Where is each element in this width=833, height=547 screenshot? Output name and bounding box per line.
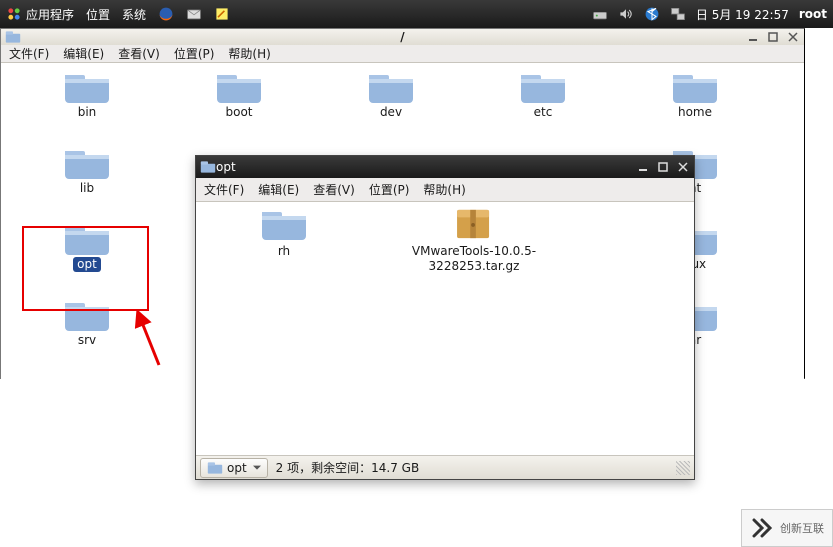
status-text: 2 项，剩余空间：14.7 GB — [276, 459, 420, 476]
opt-statusbar: opt 2 项，剩余空间：14.7 GB — [196, 455, 694, 479]
folder-icon — [5, 29, 21, 45]
folder-label: home — [678, 105, 712, 120]
menu-file[interactable]: 文件(F) — [9, 45, 49, 62]
bluetooth-icon[interactable] — [644, 6, 660, 22]
clock[interactable]: 日 5月 19 22:57 — [696, 6, 789, 23]
watermark: 创新互联 — [741, 509, 833, 547]
folder-rh[interactable]: rh — [204, 208, 364, 449]
launcher-firefox[interactable] — [158, 6, 174, 22]
resize-grip-icon[interactable] — [676, 461, 690, 475]
folder-opt[interactable]: opt — [11, 223, 163, 299]
menu-system[interactable]: 系统 — [122, 6, 146, 23]
folder-label: boot — [225, 105, 252, 120]
disk-icon[interactable] — [592, 6, 608, 22]
menu-view[interactable]: 查看(V) — [118, 45, 160, 62]
menu-file[interactable]: 文件(F) — [204, 181, 244, 198]
folder-bin[interactable]: bin — [11, 71, 163, 147]
close-button[interactable] — [786, 30, 800, 44]
folder-etc[interactable]: etc — [467, 71, 619, 147]
folder-label: opt — [73, 257, 101, 272]
opt-menubar: 文件(F) 编辑(E) 查看(V) 位置(P) 帮助(H) — [196, 178, 694, 202]
menu-edit[interactable]: 编辑(E) — [258, 181, 299, 198]
menu-system-label: 系统 — [122, 6, 146, 23]
root-titlebar[interactable]: / — [1, 29, 804, 45]
maximize-button[interactable] — [766, 30, 780, 44]
menu-places[interactable]: 位置(P) — [174, 45, 215, 62]
top-panel: 应用程序 位置 系统 — [0, 0, 833, 28]
menu-places[interactable]: 位置(P) — [369, 181, 410, 198]
watermark-text: 创新互联 — [780, 520, 824, 536]
minimize-button[interactable] — [746, 30, 760, 44]
folder-label: dev — [380, 105, 402, 120]
archive-vmwaretools[interactable]: VMwareTools-10.0.5-3228253.tar.gz — [364, 208, 584, 449]
menu-help[interactable]: 帮助(H) — [423, 181, 465, 198]
folder-label: srv — [78, 333, 96, 348]
opt-icon-area[interactable]: rh VMwareTools-10.0.5-3228253.tar.gz — [196, 202, 694, 455]
folder-label: etc — [534, 105, 553, 120]
opt-titlebar[interactable]: opt — [196, 156, 694, 178]
opt-file-manager-window: opt 文件(F) 编辑(E) 查看(V) 位置(P) 帮助(H) rh VMw… — [195, 155, 695, 480]
folder-boot[interactable]: boot — [163, 71, 315, 147]
firefox-icon — [158, 6, 174, 22]
folder-label: lib — [80, 181, 94, 196]
menu-places-label: 位置 — [86, 6, 110, 23]
folder-dev[interactable]: dev — [315, 71, 467, 147]
mail-icon — [186, 6, 202, 22]
folder-icon — [200, 159, 216, 175]
folder-srv[interactable]: srv — [11, 299, 163, 375]
menu-applications[interactable]: 应用程序 — [6, 6, 74, 23]
menu-edit[interactable]: 编辑(E) — [63, 45, 104, 62]
launcher-notes[interactable] — [214, 6, 230, 22]
menu-applications-label: 应用程序 — [26, 6, 74, 23]
folder-home[interactable]: home — [619, 71, 771, 147]
launcher-mail[interactable] — [186, 6, 202, 22]
folder-icon — [207, 460, 223, 476]
path-button-label: opt — [227, 461, 247, 475]
apps-icon — [6, 6, 22, 22]
menu-places[interactable]: 位置 — [86, 6, 110, 23]
archive-label: VMwareTools-10.0.5-3228253.tar.gz — [399, 244, 549, 274]
notes-icon — [214, 6, 230, 22]
opt-window-title: opt — [216, 160, 236, 174]
close-button[interactable] — [676, 160, 690, 174]
network-icon[interactable] — [670, 6, 686, 22]
volume-icon[interactable] — [618, 6, 634, 22]
minimize-button[interactable] — [636, 160, 650, 174]
maximize-button[interactable] — [656, 160, 670, 174]
menu-view[interactable]: 查看(V) — [313, 181, 355, 198]
root-menubar: 文件(F) 编辑(E) 查看(V) 位置(P) 帮助(H) — [1, 45, 804, 63]
user-menu[interactable]: root — [799, 7, 827, 21]
root-window-title: / — [400, 30, 404, 44]
watermark-logo-icon — [750, 516, 774, 540]
folder-label: bin — [78, 105, 97, 120]
folder-label: rh — [278, 244, 290, 259]
path-button[interactable]: opt — [200, 458, 268, 478]
menu-help[interactable]: 帮助(H) — [228, 45, 270, 62]
folder-lib[interactable]: lib — [11, 147, 163, 223]
